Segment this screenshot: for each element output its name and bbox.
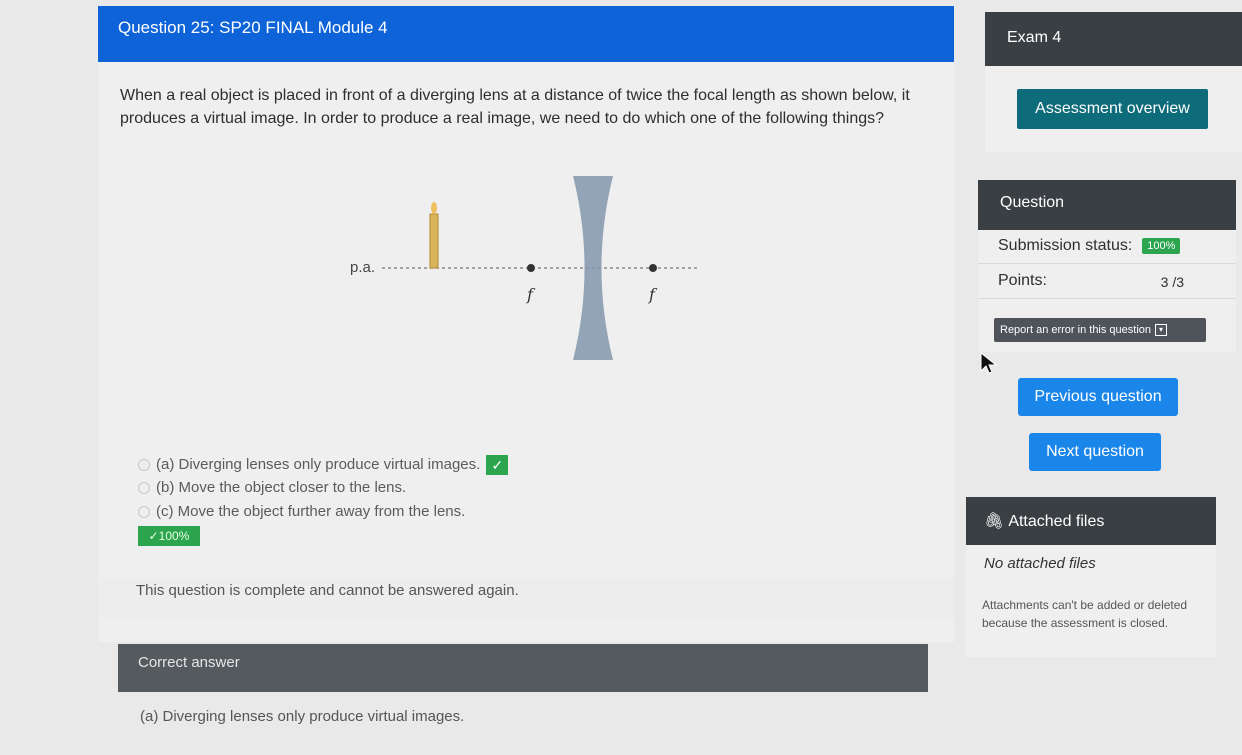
mouse-cursor-icon [980,352,998,374]
assessment-overview-button[interactable]: Assessment overview [1017,89,1208,129]
diverging-lens-diagram: p.a. f f [350,176,700,360]
candle-flame [431,202,437,214]
option-c-label: (c) Move the object further away from th… [156,503,466,520]
paperclip-icon: 🖇 [984,513,1005,530]
option-b-radio[interactable] [138,482,150,495]
report-error-label: Report an error in this question [1000,323,1152,336]
correct-answer-text: (a) Diverging lenses only produce virtua… [140,708,465,725]
question-header: Question 25: SP20 FINAL Module 4 [98,6,954,62]
axis-label: p.a. [350,259,375,276]
submission-status-badge: 100% [1142,237,1181,254]
points-label: Points: [998,272,1047,289]
option-a-label: (a) Diverging lenses only produce virtua… [156,455,481,473]
option-a[interactable]: (a) Diverging lenses only produce virtua… [138,455,509,475]
no-files-text: No attached files [984,555,1096,572]
question-panel-title: Question [978,180,1236,230]
focal-point-right [649,264,657,272]
correct-answer-header: Correct answer [118,644,928,692]
option-b[interactable]: (b) Move the object closer to the lens. [138,479,406,496]
option-c[interactable]: (c) Move the object further away from th… [138,503,465,520]
option-a-radio[interactable] [138,459,150,471]
next-question-button[interactable]: Next question [1029,433,1161,471]
focal-label-left: f [526,285,536,304]
submission-status-label: Submission status: [998,237,1133,254]
score-badge: ✓100% [138,526,200,546]
focal-point-left [527,264,535,272]
option-b-label: (b) Move the object closer to the lens. [156,479,407,496]
option-c-radio[interactable] [138,506,150,519]
dropdown-caret-icon: ▾ [1155,324,1168,337]
previous-question-button[interactable]: Previous question [1018,378,1178,416]
attached-files-title: Attached files [1008,513,1105,530]
report-error-button[interactable]: Report an error in this question ▾ [994,318,1206,342]
correct-check-icon: ✓ [486,455,509,475]
submission-status-row: Submission status: 100% [978,230,1236,264]
complete-message: This question is complete and cannot be … [98,578,954,618]
question-text: When a real object is placed in front of… [120,87,910,127]
candle-object [429,213,439,269]
points-row: Points: 3 /3 [978,265,1236,299]
attached-files-header: 🖇 Attached files [966,497,1216,545]
attachments-note: Attachments can't be added or deleted be… [982,598,1188,630]
points-value: 3 /3 [1160,274,1184,290]
exam-title: Exam 4 [985,12,1242,66]
focal-label-right: f [648,285,658,304]
